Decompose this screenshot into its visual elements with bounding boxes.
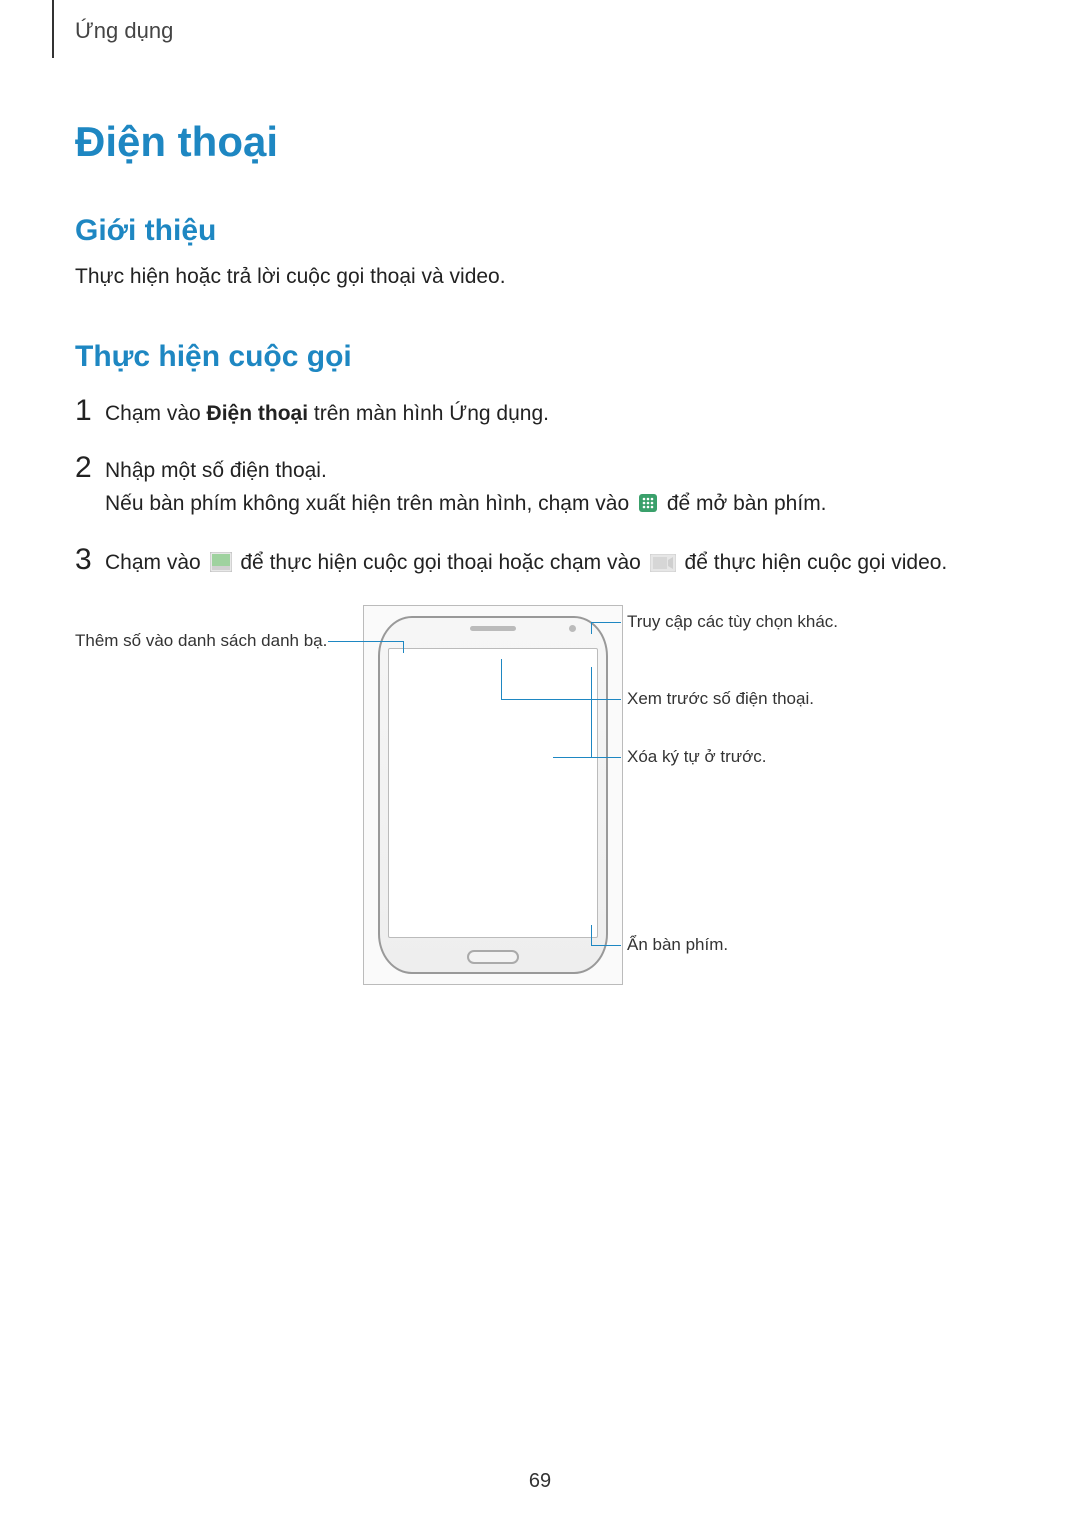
bold-text: Điện thoại xyxy=(207,402,309,425)
keypad-icon xyxy=(638,491,658,524)
text-run: Chạm vào xyxy=(105,551,207,574)
text-run: để thực hiện cuộc gọi video. xyxy=(679,551,948,574)
step-text: Nhập một số điện thoại. Nếu bàn phím khôn… xyxy=(105,455,1005,523)
callout-hide-keypad: Ẩn bàn phím. xyxy=(627,935,728,955)
intro-text: Thực hiện hoặc trả lời cuộc gọi thoại và… xyxy=(75,262,1005,292)
page: Ứng dụng Điện thoại Giới thiệu Thực hiện… xyxy=(0,0,1080,1527)
step: 1Chạm vào Điện thoại trên màn hình Ứng d… xyxy=(75,398,1005,431)
text-run: để thực hiện cuộc gọi thoại hoặc chạm và… xyxy=(235,551,647,574)
phone-home-button xyxy=(467,950,519,964)
lead-line xyxy=(591,622,621,623)
phone-frame xyxy=(363,605,623,985)
text-run: trên màn hình Ứng dụng. xyxy=(308,402,549,425)
step-number: 2 xyxy=(75,453,105,483)
phone-speaker xyxy=(470,626,516,631)
phone-camera xyxy=(569,625,576,632)
page-number: 69 xyxy=(0,1470,1080,1493)
lead-line xyxy=(591,945,621,946)
step-number: 3 xyxy=(75,545,105,575)
video-call-icon xyxy=(650,550,676,583)
voice-call-icon xyxy=(210,550,232,583)
section-header: Ứng dụng xyxy=(75,0,1005,44)
callout-delete-char: Xóa ký tự ở trước. xyxy=(627,747,767,767)
text-run: Chạm vào xyxy=(105,402,207,425)
callout-add-contact: Thêm số vào danh sách danh bạ. xyxy=(75,631,325,651)
page-title: Điện thoại xyxy=(75,118,1005,166)
header-rule xyxy=(52,0,54,58)
text-run: để mở bàn phím. xyxy=(661,492,827,515)
lead-line xyxy=(403,641,404,653)
phone-diagram: Thêm số vào danh sách danh bạ. Truy cập … xyxy=(75,605,1005,985)
step: 3Chạm vào để thực hiện cuộc gọi thoại ho… xyxy=(75,547,1005,583)
phone-screen xyxy=(388,648,598,938)
step-number: 1 xyxy=(75,396,105,426)
lead-line xyxy=(591,667,592,757)
phone-body xyxy=(378,616,608,974)
lead-line xyxy=(328,641,403,642)
lead-line xyxy=(501,699,621,700)
lead-line xyxy=(591,925,592,945)
lead-line xyxy=(553,757,621,758)
lead-line xyxy=(591,622,592,634)
text-run: Nếu bàn phím không xuất hiện trên màn hì… xyxy=(105,492,635,515)
callout-preview-number: Xem trước số điện thoại. xyxy=(627,689,814,709)
callout-more-options: Truy cập các tùy chọn khác. xyxy=(627,612,838,632)
make-call-heading: Thực hiện cuộc gọi xyxy=(75,340,1005,374)
step-text: Chạm vào để thực hiện cuộc gọi thoại hoặ… xyxy=(105,547,1005,583)
lead-line xyxy=(501,659,502,699)
steps-list: 1Chạm vào Điện thoại trên màn hình Ứng d… xyxy=(75,398,1005,582)
step: 2Nhập một số điện thoại. Nếu bàn phím khô… xyxy=(75,455,1005,523)
step-text: Chạm vào Điện thoại trên màn hình Ứng dụ… xyxy=(105,398,1005,431)
text-run: Nhập một số điện thoại. xyxy=(105,459,327,482)
intro-heading: Giới thiệu xyxy=(75,214,1005,248)
